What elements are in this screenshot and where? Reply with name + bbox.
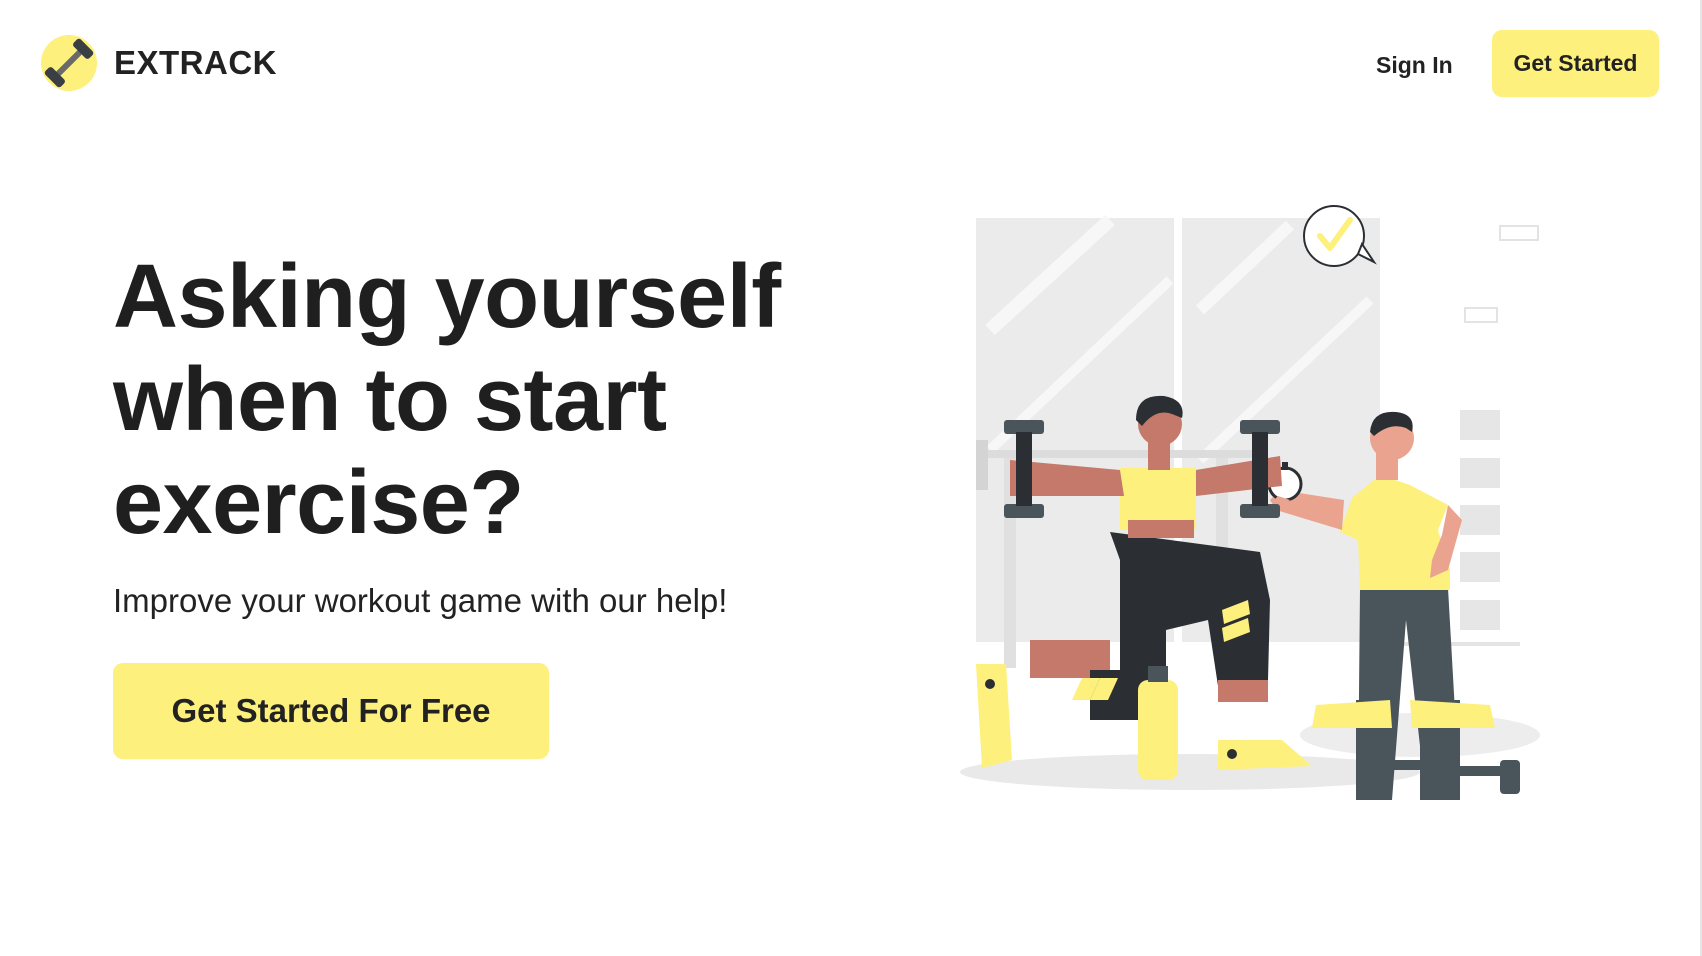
hero-subtitle: Improve your workout game with our help! [113, 582, 728, 619]
brand-logo[interactable]: EXTRACK [40, 34, 277, 92]
hero-title-line-1: Asking yourself [113, 247, 781, 347]
sign-in-link[interactable]: Sign In [1376, 48, 1453, 82]
hero-title: Asking yourself when to start exercise? [113, 246, 833, 555]
landing-page: EXTRACK Sign In Get Started Asking yours… [0, 0, 1702, 956]
brand-name: EXTRACK [114, 44, 278, 81]
dumbbell-icon [40, 34, 98, 92]
get-started-button[interactable]: Get Started [1492, 30, 1659, 97]
get-started-free-button[interactable]: Get Started For Free [113, 663, 549, 759]
workout-illustration [960, 200, 1560, 810]
check-bubble-icon [1303, 205, 1377, 267]
water-bottle-icon [1138, 666, 1178, 780]
hero-title-line-3: exercise? [113, 453, 524, 553]
hero-title-line-2: when to start [113, 350, 667, 450]
